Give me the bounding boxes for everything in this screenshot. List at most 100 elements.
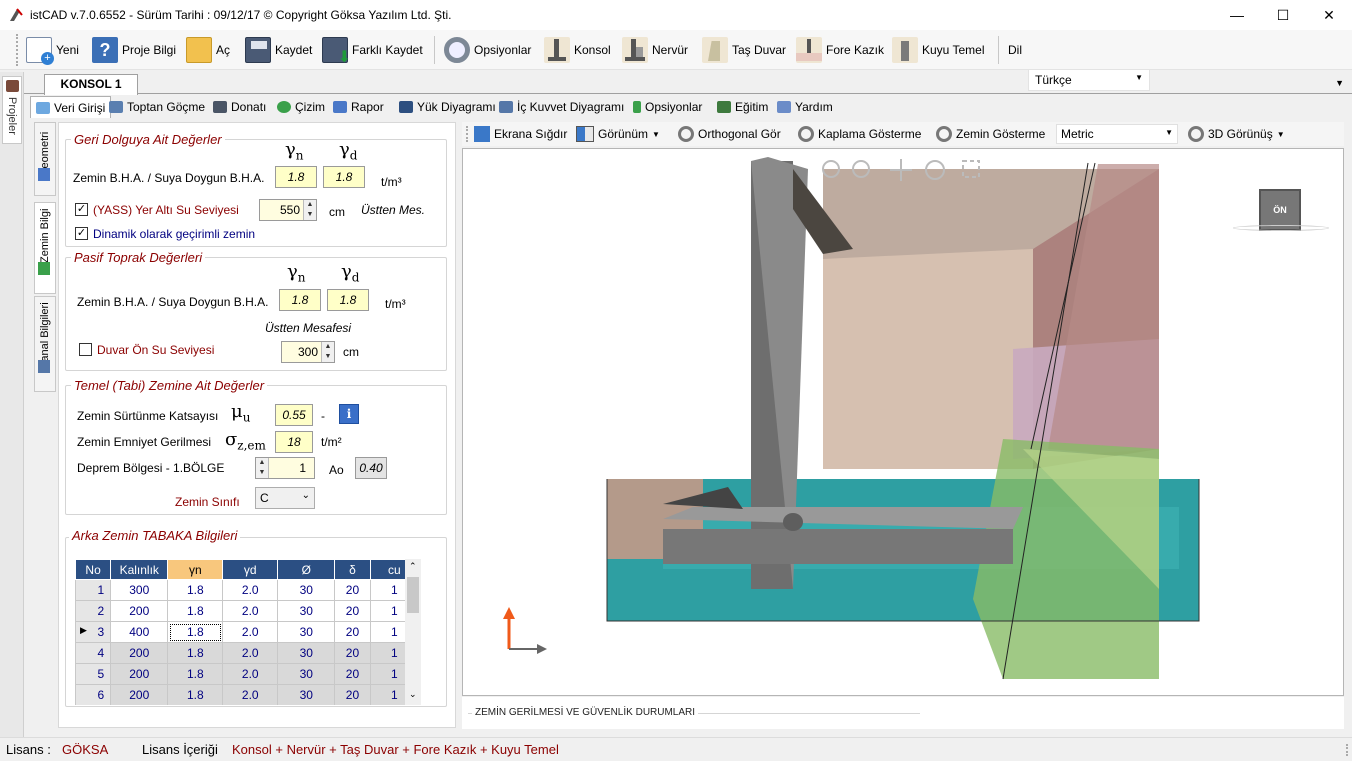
table-cell[interactable]: 200 [110, 642, 169, 664]
3d-viewport[interactable]: ÖN [462, 148, 1344, 696]
table-cell[interactable]: 20 [334, 600, 371, 622]
tab-veri-girisi[interactable]: Veri Girişi [30, 96, 112, 118]
soil-class-select[interactable]: C ⌄ [255, 487, 315, 509]
table-cell[interactable]: 300 [110, 579, 169, 601]
tab-toptan-gocme[interactable]: Toptan Göçme [104, 96, 210, 118]
cover-toggle-button[interactable]: Kaplama Gösterme [798, 125, 921, 143]
earthquake-zone-spinner[interactable]: ▲ ▼ 1 [255, 457, 315, 479]
table-cell[interactable]: 2 [75, 600, 112, 622]
chevron-up-icon[interactable]: ⌃ [409, 561, 417, 572]
tab-rapor[interactable]: Rapor [328, 96, 389, 118]
table-cell[interactable]: 2.0 [222, 663, 279, 685]
column-header[interactable]: Kalınlık [110, 559, 169, 580]
front-water-checkbox[interactable] [79, 343, 92, 356]
close-button[interactable]: ✕ [1306, 0, 1352, 30]
table-cell[interactable]: 20 [334, 642, 371, 664]
table-cell[interactable]: 1.8 [167, 663, 224, 685]
table-cell[interactable]: 30 [277, 684, 336, 705]
fore-kazik-button[interactable]: Fore Kazık [796, 34, 884, 66]
table-row[interactable]: 4 200 1.8 2.0 30 20 1 [75, 642, 420, 664]
table-cell[interactable]: 30 [277, 663, 336, 685]
spinner-arrows-icon[interactable]: ▲ ▼ [303, 200, 316, 220]
table-cell[interactable]: 4 [75, 642, 112, 664]
new-button[interactable]: + Yeni [26, 34, 79, 66]
chevron-down-icon[interactable]: ⌄ [409, 689, 417, 700]
tas-duvar-button[interactable]: Taş Duvar [702, 34, 786, 66]
table-cell[interactable]: 6 [75, 684, 112, 705]
save-as-button[interactable]: ⬇ Farklı Kaydet [322, 34, 423, 66]
kuyu-temel-button[interactable]: Kuyu Temel [892, 34, 984, 66]
table-cell[interactable]: 2.0 [222, 684, 279, 705]
table-cell[interactable]: 30 [277, 579, 336, 601]
column-header[interactable]: γn [167, 559, 224, 580]
spinner-arrows-icon[interactable]: ▲ ▼ [256, 458, 269, 478]
open-button[interactable]: Aç [186, 34, 230, 66]
table-cell[interactable]: 1.8 [167, 600, 224, 622]
passive-yn-input[interactable]: 1.8 [279, 289, 321, 311]
fit-to-screen-button[interactable]: Ekrana Sığdır [474, 125, 567, 143]
passive-yd-input[interactable]: 1.8 [327, 289, 369, 311]
konsol-button[interactable]: Konsol [544, 34, 611, 66]
tab-opsiyonlar[interactable]: Opsiyonlar [628, 96, 707, 118]
maximize-button[interactable]: ☐ [1260, 0, 1306, 30]
tab-yardim[interactable]: Yardım [772, 96, 838, 118]
table-cell[interactable]: 2.0 [222, 579, 279, 601]
spinner-arrows-icon[interactable]: ▲ ▼ [321, 342, 334, 362]
column-header[interactable]: γd [222, 559, 279, 580]
table-cell[interactable]: 1.8 [167, 684, 224, 705]
table-cell[interactable]: 20 [334, 579, 371, 601]
unit-select[interactable]: Metric ▼ [1056, 124, 1178, 144]
yass-spinner[interactable]: 550 ▲ ▼ [259, 199, 317, 221]
table-cell[interactable]: 5 [75, 663, 112, 685]
info-icon[interactable]: i [339, 404, 359, 424]
table-cell-selected[interactable]: 1.8 [167, 621, 224, 643]
table-row-current[interactable]: ▶ 3 400 1.8 2.0 30 20 1 [75, 621, 420, 643]
tab-list-dropdown-icon[interactable]: ▼ [1335, 78, 1344, 88]
table-row[interactable]: 2 200 1.8 2.0 30 20 1 [75, 600, 420, 622]
bearing-stress-input[interactable]: 18 [275, 431, 313, 453]
column-header[interactable]: δ [334, 559, 371, 580]
table-cell[interactable]: 30 [277, 600, 336, 622]
table-cell[interactable]: 20 [334, 663, 371, 685]
column-header[interactable]: No [75, 559, 112, 580]
table-cell[interactable]: 2.0 [222, 621, 279, 643]
friction-input[interactable]: 0.55 [275, 404, 313, 426]
table-scrollbar[interactable]: ⌃ ⌄ [405, 559, 421, 705]
table-cell[interactable]: 200 [110, 663, 169, 685]
minimize-button[interactable]: — [1214, 0, 1260, 30]
vtab-kanal-bilgileri[interactable]: Kanal Bilgileri [34, 296, 56, 392]
table-cell[interactable]: 30 [277, 621, 336, 643]
tab-yuk-diyagrami[interactable]: Yük Diyagramı [394, 96, 501, 118]
table-row[interactable]: 5 200 1.8 2.0 30 20 1 [75, 663, 420, 685]
tab-donati[interactable]: Donatı [208, 96, 271, 118]
vtab-zemin-bilgi[interactable]: Zemin Bilgi [34, 202, 56, 294]
table-row[interactable]: 1 300 1.8 2.0 30 20 1 [75, 579, 420, 601]
table-row[interactable]: 6 200 1.8 2.0 30 20 1 [75, 684, 420, 705]
viewcube-ring[interactable] [1233, 225, 1329, 231]
yass-checkbox[interactable]: ✓ [75, 203, 88, 216]
save-button[interactable]: Kaydet [245, 34, 312, 66]
table-cell[interactable]: 200 [110, 684, 169, 705]
table-cell[interactable]: 400 [110, 621, 169, 643]
ground-toggle-button[interactable]: Zemin Gösterme [936, 125, 1045, 143]
project-info-button[interactable]: ? Proje Bilgi [92, 34, 176, 66]
tab-egitim[interactable]: Eğitim [712, 96, 773, 118]
table-cell[interactable]: 1 [75, 579, 112, 601]
vtab-geometri[interactable]: Geometri [34, 122, 56, 196]
column-header[interactable]: Ø [277, 559, 336, 580]
scrollbar-thumb[interactable] [407, 577, 419, 613]
nervur-button[interactable]: Nervür [622, 34, 688, 66]
view-dropdown[interactable]: Görünüm ▼ [576, 125, 660, 143]
table-cell[interactable]: 1.8 [167, 642, 224, 664]
table-cell[interactable]: 2.0 [222, 600, 279, 622]
options-button[interactable]: Opsiyonlar [444, 34, 531, 66]
view3d-dropdown[interactable]: 3D Görünüş ▼ [1188, 125, 1285, 143]
doc-tab-konsol-1[interactable]: KONSOL 1 [44, 74, 138, 95]
orthogonal-button[interactable]: Orthogonal Gör [678, 125, 781, 143]
table-cell[interactable]: 1.8 [167, 579, 224, 601]
tab-ic-kuvvet-diyagrami[interactable]: İç Kuvvet Diyagramı [494, 96, 629, 118]
table-cell[interactable]: 200 [110, 600, 169, 622]
backfill-yn-input[interactable]: 1.8 [275, 166, 317, 188]
front-water-spinner[interactable]: 300 ▲ ▼ [281, 341, 335, 363]
table-cell[interactable]: 30 [277, 642, 336, 664]
